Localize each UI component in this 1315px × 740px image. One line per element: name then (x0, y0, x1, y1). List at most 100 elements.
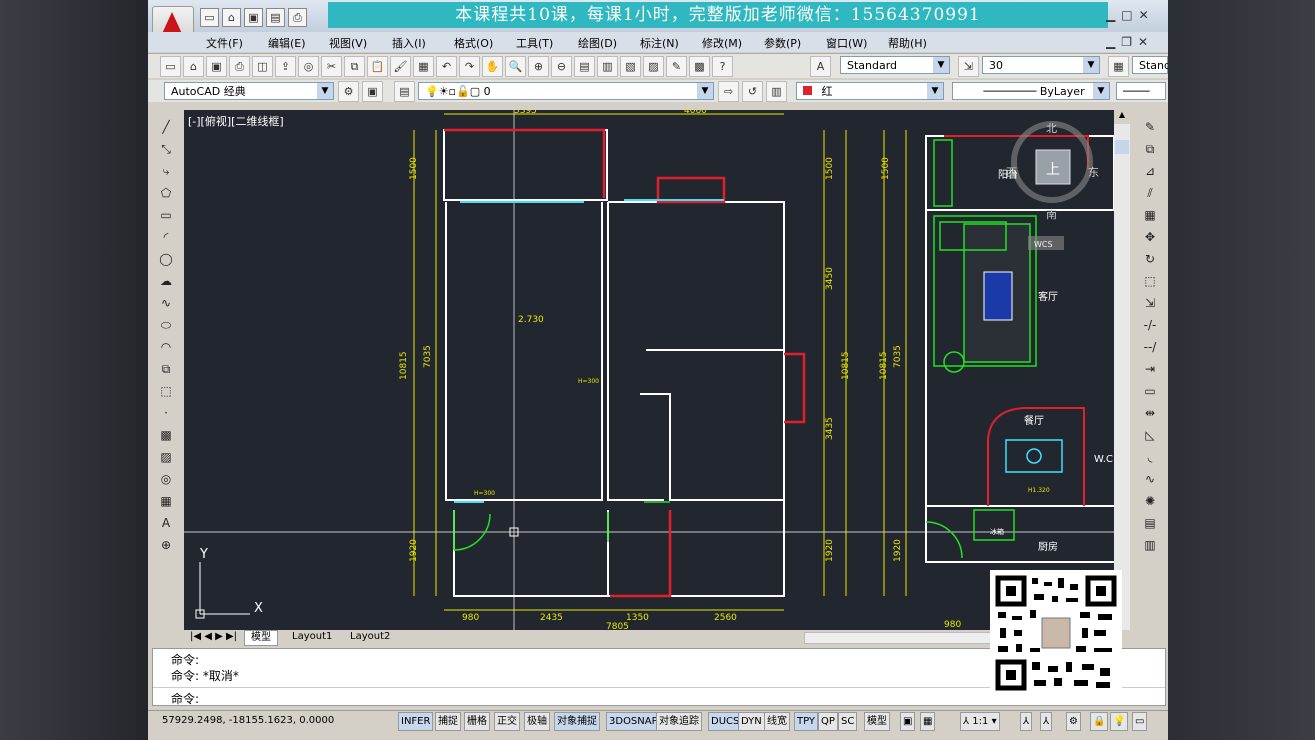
scroll-up-icon[interactable]: ▲ (1114, 110, 1130, 124)
rotate-icon[interactable]: ↻ (1141, 250, 1159, 268)
circle-icon[interactable]: ◯ (157, 250, 175, 268)
chevron-down-icon[interactable]: ▼ (317, 83, 333, 99)
match-properties-icon[interactable]: 🖌 (390, 56, 411, 77)
lineweight-combo[interactable]: ──── (1116, 82, 1166, 100)
multiline-text-icon[interactable]: A (157, 514, 175, 532)
text-edit-icon[interactable]: ▥ (1141, 536, 1159, 554)
minimize-icon[interactable]: ▁ (1106, 8, 1115, 22)
vertical-scrollbar[interactable]: ▲ (1114, 110, 1130, 630)
preview-icon[interactable]: ◫ (252, 56, 273, 77)
menu-draw[interactable]: 绘图(D) (578, 35, 617, 51)
zoom-window-icon[interactable]: ⊕ (528, 56, 549, 77)
tab-layout2[interactable]: Layout2 (344, 630, 396, 644)
open-icon[interactable]: ⌂ (222, 8, 241, 27)
insert-block-icon[interactable]: ⧉ (157, 360, 175, 378)
workspace-combo[interactable]: AutoCAD 经典 ▼ (164, 82, 334, 100)
workspace-switch-icon[interactable]: ⚙ (1066, 712, 1081, 731)
array-icon[interactable]: ▦ (1141, 206, 1159, 224)
chevron-down-icon[interactable]: ▼ (1083, 57, 1099, 73)
redo-icon[interactable]: ↷ (459, 56, 480, 77)
mirror-icon[interactable]: ⊿ (1141, 162, 1159, 180)
lock-ui-icon[interactable]: 🔒 (1090, 712, 1109, 731)
status-tpy[interactable]: TPY (794, 712, 819, 731)
layer-combo[interactable]: 💡☀▫🔓▢ 0 ▼ (418, 82, 714, 100)
menu-file[interactable]: 文件(F) (206, 35, 243, 51)
polyline-icon[interactable]: ⤷ (157, 162, 175, 180)
extend-icon[interactable]: --/ (1141, 338, 1159, 356)
text-style-combo[interactable]: Standard ▼ (840, 56, 950, 74)
block-editor-icon[interactable]: ▦ (413, 56, 434, 77)
maximize-icon[interactable]: □ (1121, 8, 1132, 22)
layer-properties-icon[interactable]: ▤ (394, 81, 415, 102)
menu-tools[interactable]: 工具(T) (516, 35, 553, 51)
clean-screen-icon[interactable]: ▭ (1132, 712, 1148, 731)
tool-palettes-icon[interactable]: ▧ (620, 56, 641, 77)
status-qp[interactable]: QP (818, 712, 838, 731)
add-selected-icon[interactable]: ⊕ (157, 536, 175, 554)
linetype-combo[interactable]: ──────── ByLayer ▼ (952, 82, 1110, 100)
make-block-icon[interactable]: ⬚ (157, 382, 175, 400)
dim-style-icon[interactable]: ⇲ (958, 56, 979, 77)
sheet-set-icon[interactable]: ▨ (643, 56, 664, 77)
cut-icon[interactable]: ✂ (321, 56, 342, 77)
point-icon[interactable]: · (157, 404, 175, 422)
annotation-scale[interactable]: ⅄ 1:1 ▾ (960, 712, 1000, 731)
status-ortho[interactable]: 正交 (494, 712, 520, 731)
print-icon[interactable]: ⎙ (288, 8, 307, 27)
quick-view-layouts-icon[interactable]: ▣ (900, 712, 916, 731)
workspace-settings-icon[interactable]: ⚙ (338, 81, 359, 102)
table-icon[interactable]: ▦ (157, 492, 175, 510)
text-style-icon[interactable]: A (810, 56, 831, 77)
properties-icon[interactable]: ▤ (574, 56, 595, 77)
table-style-icon[interactable]: ▦ (1108, 56, 1129, 77)
menu-format[interactable]: 格式(O) (454, 35, 493, 51)
status-dyn[interactable]: DYN (738, 712, 765, 731)
color-combo[interactable]: 红 ▼ (796, 82, 944, 100)
customize-icon[interactable]: ▣ (362, 81, 383, 102)
table-style-combo[interactable]: Standa (1132, 56, 1168, 74)
calculator-icon[interactable]: ▩ (689, 56, 710, 77)
status-infer[interactable]: INFER (398, 712, 434, 731)
line-icon[interactable]: ╱ (157, 118, 175, 136)
isolate-objects-icon[interactable]: 💡 (1110, 712, 1129, 731)
menu-help[interactable]: 帮助(H) (888, 35, 927, 51)
ellipse-icon[interactable]: ⬭ (157, 316, 175, 334)
chevron-down-icon[interactable]: ▼ (1093, 83, 1109, 99)
status-osnap[interactable]: 对象捕捉 (554, 712, 600, 731)
blend-icon[interactable]: ∿ (1141, 470, 1159, 488)
erase-icon[interactable]: ✎ (1141, 118, 1159, 136)
status-snap[interactable]: 捕捉 (435, 712, 461, 731)
drawing-canvas[interactable]: 5395 4060 1500 10815 7035 1920 1500 3450… (184, 110, 1114, 630)
make-current-icon[interactable]: ⇨ (718, 81, 739, 102)
region-icon[interactable]: ◎ (157, 470, 175, 488)
revision-cloud-icon[interactable]: ☁ (157, 272, 175, 290)
pan-icon[interactable]: ✋ (482, 56, 503, 77)
open-file-icon[interactable]: ⌂ (183, 56, 204, 77)
ellipse-arc-icon[interactable]: ◠ (157, 338, 175, 356)
fillet-icon[interactable]: ◟ (1141, 448, 1159, 466)
chamfer-icon[interactable]: ◺ (1141, 426, 1159, 444)
menu-modify[interactable]: 修改(M) (702, 35, 742, 51)
chevron-down-icon[interactable]: ▼ (697, 83, 713, 99)
status-sc[interactable]: SC (838, 712, 858, 731)
tab-model[interactable]: 模型 (244, 630, 278, 646)
new-file-icon[interactable]: ▭ (160, 56, 181, 77)
viewport-label[interactable]: [-][俯视][二维线框] (188, 113, 284, 129)
status-model[interactable]: 模型 (864, 712, 890, 731)
gradient-icon[interactable]: ▨ (157, 448, 175, 466)
status-lineweight[interactable]: 线宽 (764, 712, 790, 731)
dim-style-combo[interactable]: 30 ▼ (982, 56, 1100, 74)
chevron-down-icon[interactable]: ▼ (933, 57, 949, 73)
zoom-realtime-icon[interactable]: 🔍 (505, 56, 526, 77)
polygon-icon[interactable]: ⬠ (157, 184, 175, 202)
undo-icon[interactable]: ↶ (436, 56, 457, 77)
status-otrack[interactable]: 对象追踪 (656, 712, 702, 731)
plot-icon[interactable]: ⎙ (229, 56, 250, 77)
draw-order-icon[interactable]: ▤ (1141, 514, 1159, 532)
stretch-icon[interactable]: ⇲ (1141, 294, 1159, 312)
menu-dimension[interactable]: 标注(N) (640, 35, 679, 51)
save-icon[interactable]: ▣ (244, 8, 263, 27)
copy-object-icon[interactable]: ⧉ (1141, 140, 1159, 158)
copy-icon[interactable]: ⧉ (344, 56, 365, 77)
menu-insert[interactable]: 插入(I) (392, 35, 426, 51)
